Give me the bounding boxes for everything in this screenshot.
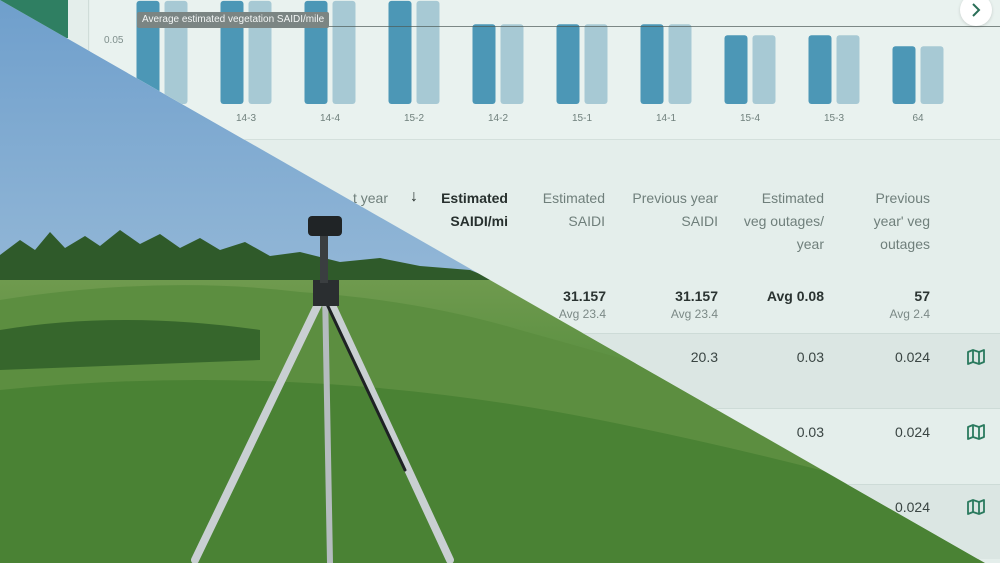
map-icon[interactable] xyxy=(967,349,985,365)
column-header-estimated-saidi-mi[interactable]: Estimated SAIDI/mi xyxy=(420,187,508,233)
table-cell: 0.024 xyxy=(894,424,930,440)
column-header-previous-year-saidi[interactable]: Previous year SAIDI xyxy=(610,187,718,233)
chart-bar[interactable] xyxy=(584,24,608,104)
x-axis-tick-label: 64 xyxy=(912,113,924,124)
summary-value: 31.157 xyxy=(563,288,606,304)
x-axis-tick-label: 14-2 xyxy=(488,113,508,124)
chart-bar[interactable] xyxy=(752,35,776,104)
chart-bar[interactable] xyxy=(892,46,916,104)
x-axis-tick-label: 15-1 xyxy=(572,113,592,124)
sort-descending-icon[interactable]: ↓ xyxy=(410,188,418,206)
map-icon[interactable] xyxy=(967,499,985,515)
column-header-previous-year-veg-outages[interactable]: Previous year' veg outages xyxy=(840,187,930,256)
table-cell: 20.3 xyxy=(690,349,718,365)
chart-bar[interactable] xyxy=(836,35,860,104)
table-cell: 0.03 xyxy=(796,349,824,365)
summary-average: Avg 2.4 xyxy=(889,307,930,321)
summary-value: 31.157 xyxy=(675,288,718,304)
column-header-estimated-saidi[interactable]: Estimated SAIDI xyxy=(520,187,605,233)
chart-bar[interactable] xyxy=(808,35,832,104)
summary-average: Avg 23.4 xyxy=(670,307,718,321)
chart-bar[interactable] xyxy=(416,0,440,104)
map-icon[interactable] xyxy=(967,424,985,440)
average-reference-label: Average estimated vegetation SAIDI/mile xyxy=(137,12,330,28)
x-axis-tick-label: 15-4 xyxy=(740,113,760,124)
summary-value: Avg 0.08 xyxy=(766,288,824,304)
chart-bar[interactable] xyxy=(388,0,412,104)
chart-bar[interactable] xyxy=(472,24,496,104)
chart-bar[interactable] xyxy=(668,24,692,104)
x-axis-tick-label: 14-4 xyxy=(320,113,340,124)
chart-bar[interactable] xyxy=(556,24,580,104)
chart-bar[interactable] xyxy=(724,35,748,104)
x-axis-tick-label: 15-3 xyxy=(824,113,844,124)
summary-value: 57 xyxy=(914,288,930,304)
chart-bar[interactable] xyxy=(920,46,944,104)
x-axis-tick-label: 15-2 xyxy=(404,113,424,124)
chart-bar[interactable] xyxy=(332,0,356,104)
table-cell: 0.024 xyxy=(894,349,930,365)
x-axis-tick-label: 14-1 xyxy=(656,113,676,124)
chevron-right-icon xyxy=(972,3,981,17)
chart-bar[interactable] xyxy=(640,24,664,104)
chart-bar[interactable] xyxy=(500,24,524,104)
x-axis-tick-label: 14-3 xyxy=(236,113,256,124)
y-axis-tick: 0.05 xyxy=(104,35,124,46)
column-header-estimated-veg-outages[interactable]: Estimated veg outages/ year xyxy=(730,187,824,256)
